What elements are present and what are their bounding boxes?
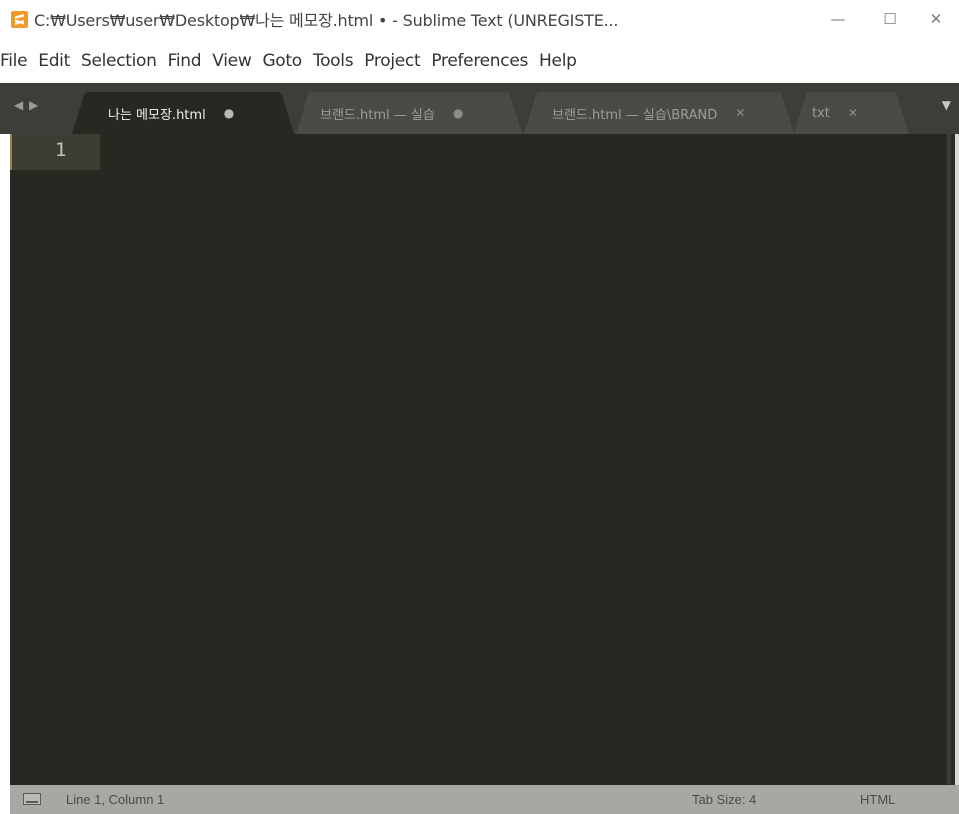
close-tab-icon[interactable]: ✕ xyxy=(735,106,745,120)
menu-help[interactable]: Help xyxy=(534,51,582,71)
menu-find[interactable]: Find xyxy=(163,51,207,71)
menu-preferences[interactable]: Preferences xyxy=(426,51,533,71)
panel-toggle-icon[interactable] xyxy=(23,793,41,805)
unsaved-dot-icon[interactable]: ● xyxy=(224,106,234,120)
title-bar: C:₩Users₩user₩Desktop₩나는 메모장.html • - Su… xyxy=(0,0,959,38)
menu-tools[interactable]: Tools xyxy=(308,51,358,71)
window-right-border xyxy=(955,134,959,785)
close-button[interactable]: ✕ xyxy=(913,0,959,38)
tab-txt[interactable]: txt ✕ xyxy=(794,92,909,134)
menu-project[interactable]: Project xyxy=(359,51,425,71)
status-bar: Line 1, Column 1 Tab Size: 4 HTML xyxy=(10,785,959,814)
tab-brand-practice[interactable]: 브랜드.html — 실습 ● xyxy=(296,92,522,134)
tab-brand-practice-brand[interactable]: 브랜드.html — 실습\BRAND ✕ xyxy=(524,92,794,134)
menu-bar: File Edit Selection Find View Goto Tools… xyxy=(0,44,959,78)
tab-label: 나는 메모장.html xyxy=(108,107,206,123)
line-number: 1 xyxy=(55,139,67,161)
tab-label: txt xyxy=(812,105,830,121)
editor-area[interactable]: 1 xyxy=(10,134,951,785)
window-controls: — ☐ ✕ xyxy=(809,0,959,38)
minimize-button[interactable]: — xyxy=(809,0,867,38)
maximize-button[interactable]: ☐ xyxy=(867,0,913,38)
window-title: C:₩Users₩user₩Desktop₩나는 메모장.html • - Su… xyxy=(34,11,619,30)
window-left-edge xyxy=(0,134,10,785)
gutter-accent xyxy=(10,134,12,170)
tab-dropdown-icon[interactable]: ▼ xyxy=(942,98,951,112)
menu-view[interactable]: View xyxy=(207,51,256,71)
tab-strip: ◀ ▶ 나는 메모장.html ● 브랜드.html — 실습 ● 브랜드.ht… xyxy=(0,83,959,134)
menu-edit[interactable]: Edit xyxy=(33,51,75,71)
syntax-selector[interactable]: HTML xyxy=(860,792,895,807)
tab-label: 브랜드.html — 실습\BRAND xyxy=(552,107,718,123)
menu-file[interactable]: File xyxy=(0,51,32,71)
sublime-text-icon xyxy=(11,10,28,28)
tab-memo-html[interactable]: 나는 메모장.html ● xyxy=(72,92,294,134)
tab-size-selector[interactable]: Tab Size: 4 xyxy=(692,792,756,807)
menu-goto[interactable]: Goto xyxy=(257,51,306,71)
tab-label: 브랜드.html — 실습 xyxy=(320,107,435,123)
cursor-position: Line 1, Column 1 xyxy=(66,792,165,807)
tab-nav-arrows-icon[interactable]: ◀ ▶ xyxy=(14,98,39,112)
unsaved-dot-icon[interactable]: ● xyxy=(453,106,463,120)
close-tab-icon[interactable]: ✕ xyxy=(848,106,858,120)
menu-selection[interactable]: Selection xyxy=(76,51,162,71)
